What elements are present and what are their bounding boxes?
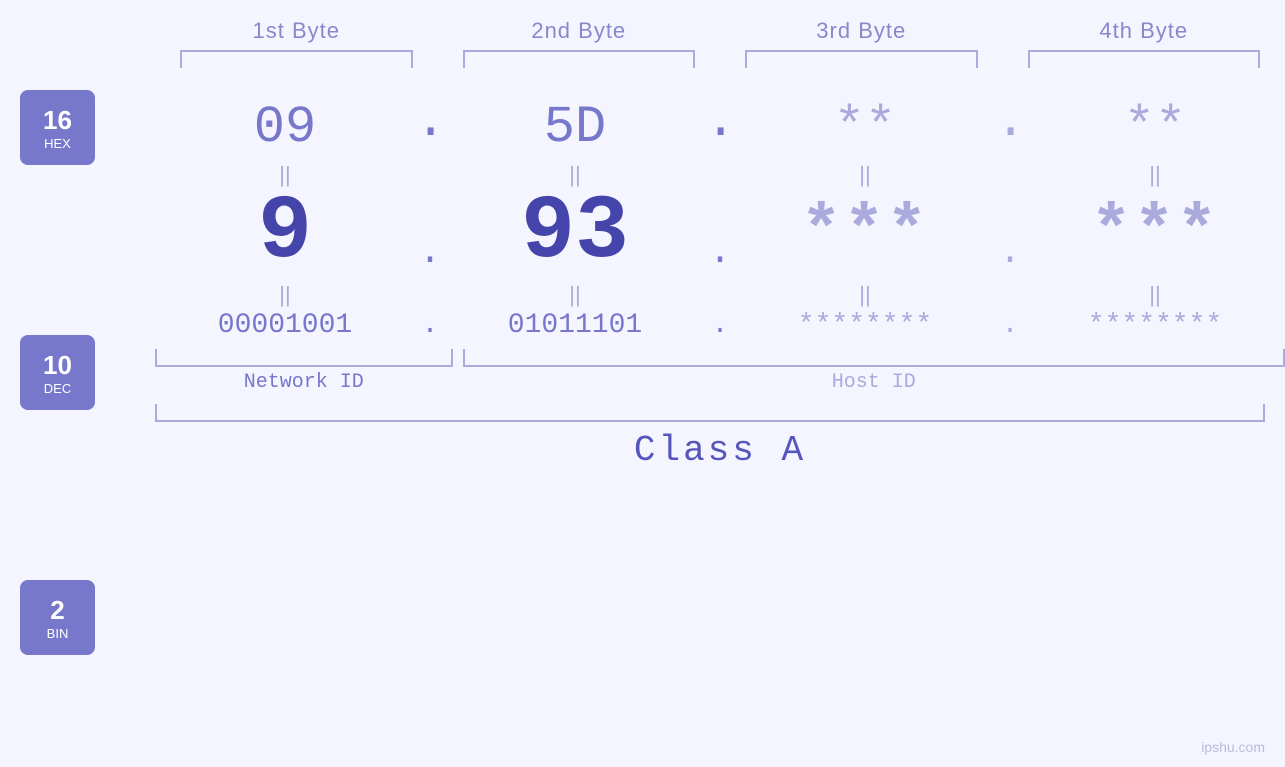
bin-byte2-value: 01011101 [508, 310, 642, 341]
dec-byte2: 93 [445, 188, 705, 278]
dec-byte1-value: 9 [258, 182, 312, 284]
bottom-brackets [155, 349, 1285, 367]
bin-badge-num: 2 [50, 595, 64, 626]
bracket-byte4 [1028, 50, 1261, 68]
hex-badge-label: HEX [44, 136, 71, 151]
byte3-label: 3rd Byte [720, 18, 1003, 44]
dec-byte2-value: 93 [521, 182, 629, 284]
hex-byte4: ** [1025, 98, 1285, 157]
bin-badge: 2 BIN [20, 580, 95, 655]
eq2-b1: || [155, 282, 415, 308]
bin-byte1: 00001001 [155, 310, 415, 341]
bin-byte3: ******** [735, 310, 995, 341]
base-badges: 16 HEX 10 DEC 2 BIN [20, 68, 95, 710]
equals-row-2: || || || || [155, 282, 1285, 308]
byte1-label: 1st Byte [155, 18, 438, 44]
hex-badge-num: 16 [43, 105, 72, 136]
hex-byte2-value: 5D [544, 98, 606, 157]
eq2-b4: || [1025, 282, 1285, 308]
bin-byte4-value: ******** [1088, 310, 1222, 341]
bin-badge-label: BIN [47, 626, 69, 641]
dec-byte3: *** [735, 199, 995, 267]
header-row: 1st Byte 2nd Byte 3rd Byte 4th Byte [0, 18, 1285, 44]
dec-byte4: *** [1025, 199, 1285, 267]
dec-byte3-value: *** [801, 194, 929, 271]
id-labels-row: Network ID Host ID [155, 371, 1285, 394]
hex-byte2: 5D [445, 98, 705, 157]
host-id-label: Host ID [463, 371, 1285, 394]
dec-dot3: . [995, 194, 1025, 272]
bin-dot3: . [995, 312, 1025, 340]
bin-byte1-value: 00001001 [218, 310, 352, 341]
bin-byte2: 01011101 [445, 310, 705, 341]
bracket-byte3 [745, 50, 978, 68]
bracket-byte2 [463, 50, 696, 68]
hex-dot2: . [705, 96, 735, 158]
eq1-b4: || [1025, 162, 1285, 188]
eq2-b2: || [445, 282, 705, 308]
bracket-byte1 [180, 50, 413, 68]
dec-badge: 10 DEC [20, 335, 95, 410]
big-bracket-container [155, 404, 1285, 422]
big-bracket [155, 404, 1265, 422]
bin-byte3-value: ******** [798, 310, 932, 341]
byte2-label: 2nd Byte [438, 18, 721, 44]
hex-byte1-value: 09 [254, 98, 316, 157]
class-label: Class A [634, 430, 806, 471]
dec-badge-label: DEC [44, 381, 71, 396]
hex-dot3: . [995, 96, 1025, 158]
hex-row: 09 . 5D . ** . ** [155, 96, 1285, 158]
bin-row: 00001001 . 01011101 . ******** . *******… [155, 310, 1285, 341]
hex-badge: 16 HEX [20, 90, 95, 165]
network-bracket [155, 349, 453, 367]
top-brackets [0, 50, 1285, 68]
hex-byte3-value: ** [834, 98, 896, 157]
dec-dot1: . [415, 194, 445, 272]
eq1-b3: || [735, 162, 995, 188]
main-container: 1st Byte 2nd Byte 3rd Byte 4th Byte 16 H… [0, 0, 1285, 767]
bin-dot2: . [705, 312, 735, 340]
bin-byte4: ******** [1025, 310, 1285, 341]
network-id-label: Network ID [155, 371, 453, 394]
dec-row: 9 . 93 . *** . *** [155, 188, 1285, 278]
watermark: ipshu.com [1201, 739, 1265, 755]
byte4-label: 4th Byte [1003, 18, 1285, 44]
dec-byte1: 9 [155, 188, 415, 278]
hex-byte3: ** [735, 98, 995, 157]
hex-dot1: . [415, 96, 445, 158]
hex-byte4-value: ** [1124, 98, 1186, 157]
dec-byte4-value: *** [1091, 194, 1219, 271]
hex-byte1: 09 [155, 98, 415, 157]
dec-dot2: . [705, 194, 735, 272]
dec-badge-num: 10 [43, 350, 72, 381]
equals-row-1: || || || || [155, 162, 1285, 188]
bin-dot1: . [415, 312, 445, 340]
host-bracket [463, 349, 1285, 367]
class-row: Class A [155, 430, 1285, 471]
eq2-b3: || [735, 282, 995, 308]
